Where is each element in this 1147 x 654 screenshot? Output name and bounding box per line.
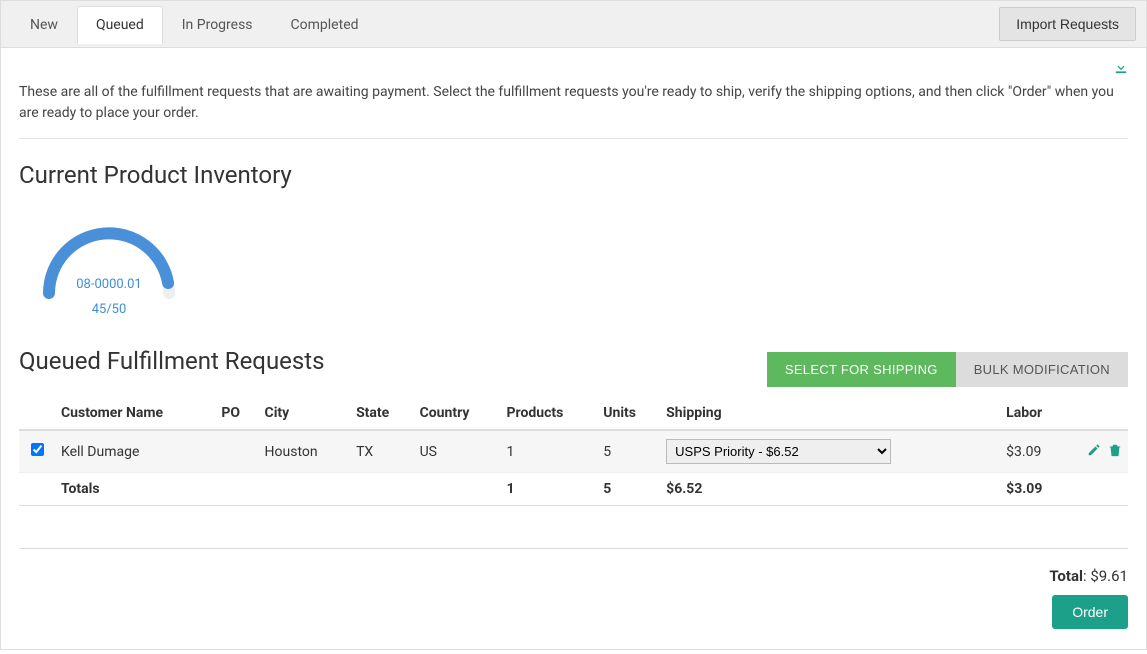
- grand-total-row: Total: $9.61: [19, 567, 1128, 585]
- tab-new[interactable]: New: [11, 6, 77, 43]
- shipping-select[interactable]: USPS Priority - $6.52: [666, 439, 891, 464]
- col-header-shipping[interactable]: Shipping: [660, 397, 1000, 430]
- download-row: [19, 60, 1128, 82]
- table-row: Kell Dumage Houston TX US 1 5 USPS Prior…: [19, 430, 1128, 473]
- cell-customer: Kell Dumage: [55, 430, 215, 473]
- col-header-country[interactable]: Country: [414, 397, 501, 430]
- cell-country: US: [414, 430, 501, 473]
- tab-queued[interactable]: Queued: [77, 6, 163, 44]
- totals-units: 5: [597, 473, 660, 506]
- total-label: Total: [1049, 567, 1083, 585]
- requests-header-row: Queued Fulfillment Requests SELECT FOR S…: [19, 325, 1128, 389]
- bulk-modification-button[interactable]: BULK MODIFICATION: [956, 352, 1128, 387]
- requests-table: Customer Name PO City State Country Prod…: [19, 397, 1128, 506]
- col-header-products[interactable]: Products: [501, 397, 598, 430]
- col-header-po[interactable]: PO: [215, 397, 258, 430]
- select-for-shipping-button[interactable]: SELECT FOR SHIPPING: [767, 352, 956, 387]
- cell-city: Houston: [259, 430, 351, 473]
- requests-heading: Queued Fulfillment Requests: [19, 347, 325, 375]
- totals-labor: $3.09: [1000, 473, 1068, 506]
- col-header-labor[interactable]: Labor: [1000, 397, 1068, 430]
- col-header-units[interactable]: Units: [597, 397, 660, 430]
- total-value: $9.61: [1090, 567, 1128, 585]
- col-header-state[interactable]: State: [350, 397, 414, 430]
- totals-label: Totals: [55, 473, 215, 506]
- cell-units: 5: [597, 430, 660, 473]
- table-totals-row: Totals 1 5 $6.52 $3.09: [19, 473, 1128, 506]
- inventory-heading: Current Product Inventory: [19, 161, 1128, 189]
- divider: [19, 548, 1128, 549]
- col-header-city[interactable]: City: [259, 397, 351, 430]
- trash-icon[interactable]: [1108, 443, 1122, 461]
- totals-products: 1: [501, 473, 598, 506]
- import-requests-button[interactable]: Import Requests: [999, 7, 1136, 41]
- totals-shipping: $6.52: [660, 473, 1000, 506]
- order-button[interactable]: Order: [1052, 595, 1128, 629]
- tab-completed[interactable]: Completed: [272, 6, 378, 43]
- col-header-checkbox: [19, 397, 55, 430]
- gauge-count-label: 45/50: [19, 302, 199, 317]
- intro-text: These are all of the fulfillment request…: [19, 82, 1128, 139]
- app-container: New Queued In Progress Completed Import …: [0, 0, 1147, 650]
- cell-shipping: USPS Priority - $6.52: [660, 430, 1000, 473]
- col-header-actions: [1068, 397, 1128, 430]
- requests-action-buttons: SELECT FOR SHIPPING BULK MODIFICATION: [767, 352, 1128, 387]
- tab-in-progress[interactable]: In Progress: [163, 6, 272, 43]
- col-header-customer[interactable]: Customer Name: [55, 397, 215, 430]
- download-icon[interactable]: [1114, 60, 1128, 78]
- content-area: These are all of the fulfillment request…: [1, 48, 1146, 649]
- cell-po: [215, 430, 258, 473]
- edit-icon[interactable]: [1087, 443, 1101, 461]
- cell-labor: $3.09: [1000, 430, 1068, 473]
- inventory-gauge[interactable]: 08-0000.01 45/50: [19, 203, 199, 317]
- order-row: Order: [19, 595, 1128, 629]
- row-checkbox[interactable]: [31, 443, 44, 456]
- cell-products: 1: [501, 430, 598, 473]
- tab-bar: New Queued In Progress Completed Import …: [1, 1, 1146, 48]
- cell-state: TX: [350, 430, 414, 473]
